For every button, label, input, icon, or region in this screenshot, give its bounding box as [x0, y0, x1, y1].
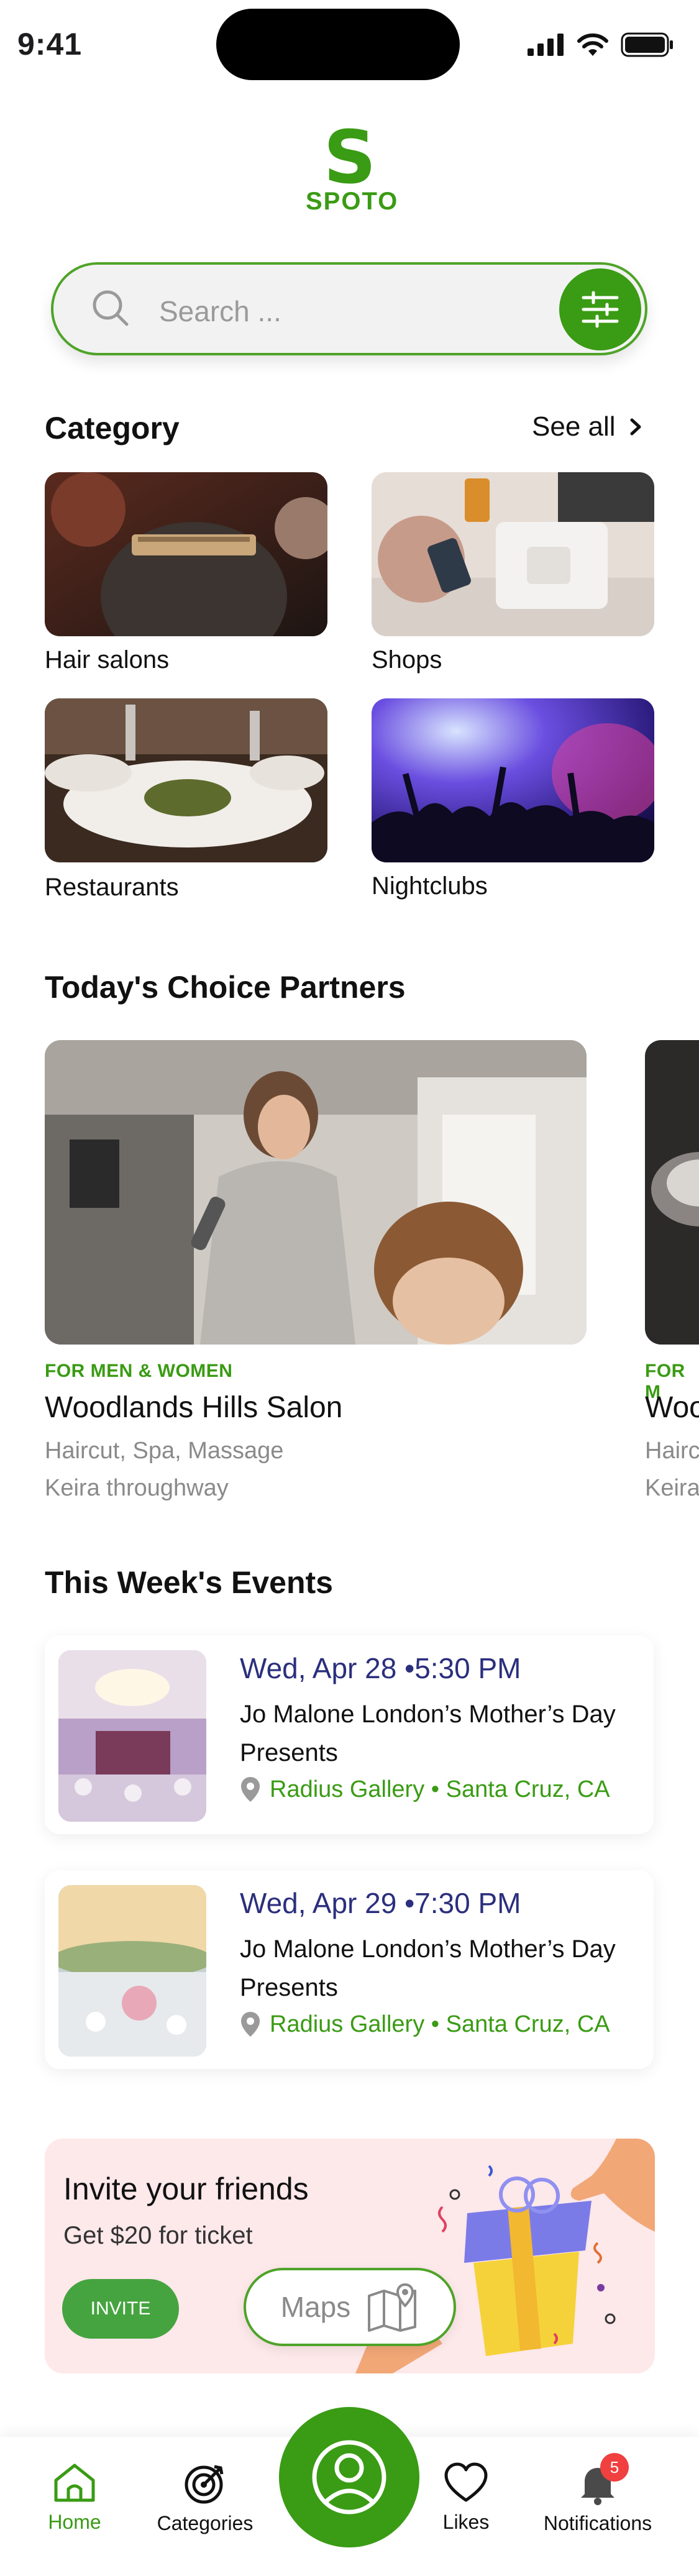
partner-services: Hairc	[645, 1438, 699, 1464]
filter-sliders-icon	[582, 291, 619, 328]
user-profile-icon	[312, 2440, 386, 2514]
event-card[interactable]: Wed, Apr 28 •5:30 PM Jo Malone London’s …	[45, 1635, 654, 1834]
event-date: Wed, Apr 28 •5:30 PM	[240, 1652, 521, 1684]
partners-section-title: Today's Choice Partners	[45, 970, 406, 1005]
heart-icon	[444, 2462, 488, 2502]
app-logo: S SPOTO	[306, 114, 399, 216]
target-icon	[185, 2465, 224, 2504]
search-bar[interactable]: Search ...	[51, 262, 647, 355]
partner-card-image-next[interactable]	[645, 1040, 699, 1345]
event-location: Radius Gallery • Santa Cruz, CA	[240, 2011, 610, 2038]
partner-name[interactable]: Woodlands Hills Salon	[45, 1391, 342, 1425]
partner-services: Haircut, Spa, Massage	[45, 1438, 284, 1464]
category-tile-restaurants[interactable]	[45, 698, 327, 862]
event-title: Jo Malone London’s Mother’s Day Presents	[240, 1701, 616, 1766]
shops-image	[372, 472, 654, 636]
partner-tag: FOR MEN & WOMEN	[45, 1361, 233, 1381]
status-time: 9:41	[17, 27, 83, 62]
search-input[interactable]: Search ...	[159, 295, 281, 328]
battery-icon	[621, 32, 673, 57]
profile-fab-button[interactable]	[279, 2407, 419, 2547]
category-label-shops: Shops	[372, 646, 442, 674]
map-icon	[368, 2283, 417, 2332]
next-partner-photo	[645, 1040, 699, 1345]
wifi-icon	[577, 33, 608, 56]
category-label-nightclubs: Nightclubs	[372, 872, 488, 900]
location-pin-icon	[241, 2012, 260, 2037]
see-all-label: See all	[532, 411, 616, 442]
events-section-title: This Week's Events	[45, 1565, 333, 1600]
invite-title: Invite your friends	[63, 2172, 309, 2206]
event-title: Jo Malone London’s Mother’s Day Presents	[240, 1935, 616, 2001]
partner-card-image[interactable]	[45, 1040, 587, 1345]
home-icon	[54, 2464, 95, 2502]
location-pin-icon	[241, 1777, 260, 1802]
event-card[interactable]: Wed, Apr 29 •7:30 PM Jo Malone London’s …	[45, 1870, 654, 2069]
tab-categories-label: Categories	[157, 2512, 254, 2534]
category-label-hair-salons: Hair salons	[45, 646, 170, 674]
category-label-restaurants: Restaurants	[45, 874, 179, 901]
maps-button[interactable]: Maps	[244, 2268, 456, 2346]
dynamic-island	[216, 9, 460, 80]
search-icon	[93, 290, 129, 326]
category-tile-shops[interactable]	[372, 472, 654, 636]
filter-button[interactable]	[559, 268, 641, 350]
cellular-signal-icon	[528, 34, 564, 56]
chevron-right-icon	[630, 418, 641, 436]
maps-label: Maps	[280, 2291, 351, 2323]
tab-home-label: Home	[48, 2511, 101, 2533]
event-location: Radius Gallery • Santa Cruz, CA	[240, 1776, 610, 1803]
nightclubs-image	[372, 698, 654, 862]
logo-mark: S	[323, 114, 377, 200]
partner-address: Keira throughway	[45, 1475, 229, 1501]
logo-wordmark: SPOTO	[306, 188, 399, 215]
tab-notifications[interactable]: Notifications	[536, 2462, 660, 2535]
partner-name[interactable]: Woo	[645, 1391, 699, 1425]
notification-badge: 5	[600, 2453, 629, 2482]
tab-likes-label: Likes	[442, 2511, 490, 2533]
invite-button[interactable]: INVITE	[62, 2279, 179, 2339]
restaurants-image	[45, 698, 327, 862]
tab-categories[interactable]: Categories	[149, 2462, 261, 2535]
event-date: Wed, Apr 29 •7:30 PM	[240, 1887, 521, 1919]
partner-address: Keira	[645, 1475, 699, 1501]
event-image	[58, 1650, 206, 1822]
tab-notifications-label: Notifications	[543, 2512, 652, 2534]
event-image	[58, 1885, 206, 2057]
salon-photo	[45, 1040, 587, 1345]
event-venue-photo	[58, 1650, 206, 1822]
category-tile-hair-salons[interactable]	[45, 472, 327, 636]
hair-salon-image	[45, 472, 327, 636]
tab-home[interactable]: Home	[37, 2462, 112, 2534]
category-section-title: Category	[45, 411, 180, 445]
tab-likes[interactable]: Likes	[429, 2462, 503, 2534]
category-tile-nightclubs[interactable]	[372, 698, 654, 862]
event-location-text: Radius Gallery • Santa Cruz, CA	[270, 2011, 610, 2037]
status-icons	[528, 32, 674, 57]
invite-subtitle: Get $20 for ticket	[63, 2222, 253, 2249]
see-all-link[interactable]: See all	[532, 411, 643, 442]
event-location-text: Radius Gallery • Santa Cruz, CA	[270, 1776, 610, 1802]
event-venue-photo	[58, 1885, 206, 2057]
